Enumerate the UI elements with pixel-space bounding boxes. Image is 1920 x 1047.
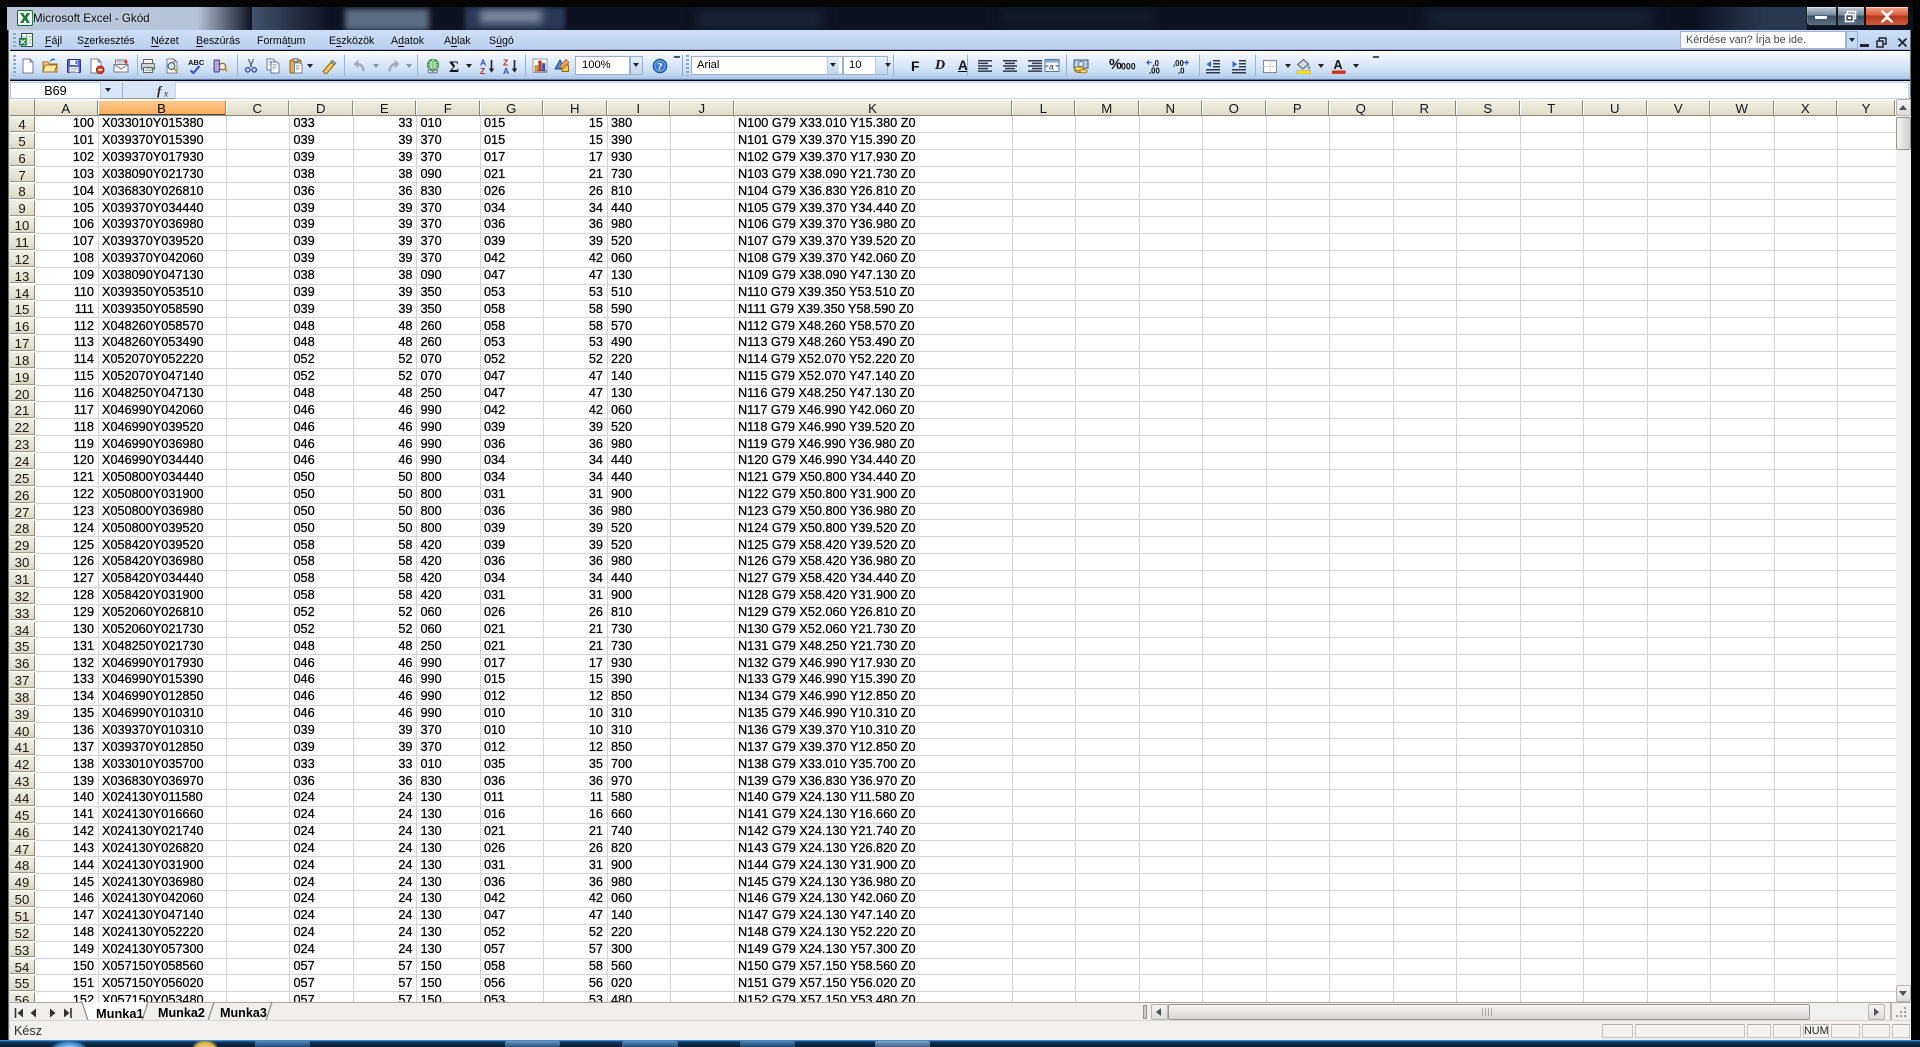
svg-text:,0: ,0 — [1178, 67, 1185, 75]
svg-text:f: f — [157, 83, 163, 98]
svg-text:A: A — [1334, 58, 1343, 72]
svg-text:,00: ,00 — [1149, 67, 1161, 75]
svg-text:000: 000 — [1121, 62, 1136, 72]
svg-text:ABC: ABC — [188, 58, 204, 67]
svg-text:Σ: Σ — [449, 59, 459, 74]
svg-text:x: x — [163, 90, 169, 99]
svg-text:A: A — [503, 66, 509, 74]
svg-text:?: ? — [657, 62, 662, 73]
svg-text:a: a — [1049, 62, 1054, 72]
svg-text:Z: Z — [480, 66, 485, 74]
